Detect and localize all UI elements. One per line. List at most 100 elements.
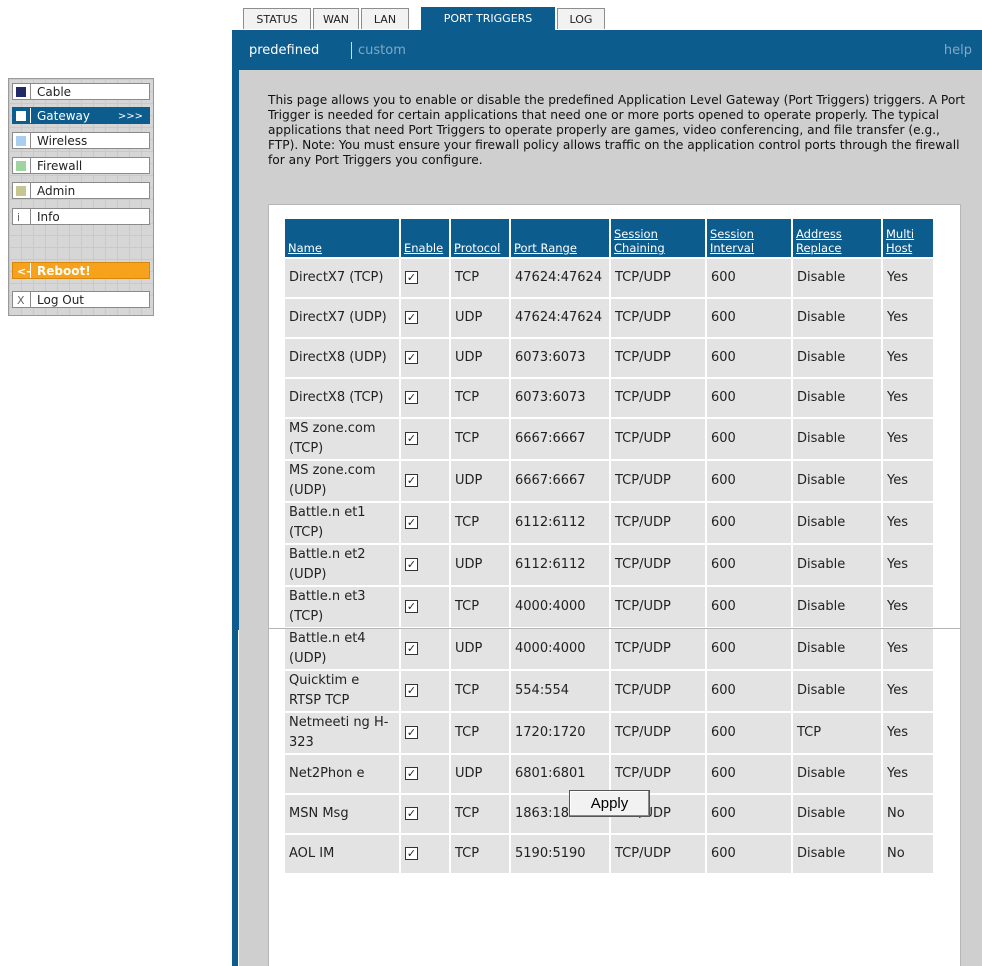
col-multi-host-header[interactable]: Multi Host — [883, 219, 933, 257]
cell-session-interval: 600 — [707, 503, 791, 543]
separator — [30, 133, 31, 148]
enable-checkbox[interactable]: ✓ — [405, 767, 418, 780]
cell-port-range: 6667:6667 — [511, 419, 609, 459]
cell-enable: ✓ — [401, 379, 449, 417]
enable-checkbox[interactable]: ✓ — [405, 432, 418, 445]
cell-multi-host: Yes — [883, 713, 933, 753]
nav-item-admin[interactable]: Admin — [12, 182, 150, 199]
wireless-square-icon — [16, 136, 26, 146]
cell-enable: ✓ — [401, 713, 449, 753]
cell-enable: ✓ — [401, 755, 449, 793]
cell-name: DirectX7 (TCP) — [285, 259, 399, 297]
table-row: Battle.n et3 (TCP) ✓ TCP 4000:4000 TCP/UDP 60… — [285, 587, 933, 627]
cell-session-interval: 600 — [707, 629, 791, 669]
table-row: Battle.n et2 (UDP) ✓ UDP 6112:6112 TCP/UDP 60… — [285, 545, 933, 585]
cell-port-range: 1720:1720 — [511, 713, 609, 753]
col-protocol-header[interactable]: Protocol — [451, 219, 509, 257]
cell-address-replace: Disable — [793, 795, 881, 833]
col-port-range-header[interactable]: Port Range — [511, 219, 609, 257]
col-name-header[interactable]: Name — [285, 219, 399, 257]
nav-item-label: Cable — [37, 85, 72, 99]
help-link[interactable]: help — [944, 43, 972, 58]
tab-port-triggers[interactable]: PORT TRIGGERS — [421, 7, 555, 30]
enable-checkbox[interactable]: ✓ — [405, 558, 418, 571]
logout-button[interactable]: X Log Out — [12, 291, 150, 308]
info-icon: i — [17, 211, 21, 224]
cell-enable: ✓ — [401, 419, 449, 459]
apply-button[interactable]: Apply — [569, 790, 650, 817]
chevron-right-icon: >>> — [117, 111, 143, 122]
cell-protocol: TCP — [451, 713, 509, 753]
subnav-custom[interactable]: custom — [358, 43, 406, 58]
cell-enable: ✓ — [401, 299, 449, 337]
cell-session-chaining: TCP/UDP — [611, 419, 705, 459]
cell-session-chaining: TCP/UDP — [611, 339, 705, 377]
cell-port-range: 6112:6112 — [511, 503, 609, 543]
cell-session-chaining: TCP/UDP — [611, 299, 705, 337]
cell-port-range: 6112:6112 — [511, 545, 609, 585]
frame-left-border — [232, 630, 238, 966]
cell-enable: ✓ — [401, 587, 449, 627]
cell-multi-host: No — [883, 835, 933, 873]
cell-session-interval: 600 — [707, 419, 791, 459]
enable-checkbox[interactable]: ✓ — [405, 271, 418, 284]
enable-checkbox[interactable]: ✓ — [405, 516, 418, 529]
enable-checkbox[interactable]: ✓ — [405, 807, 418, 820]
cell-session-interval: 600 — [707, 587, 791, 627]
subnav-predefined[interactable]: predefined — [249, 43, 319, 58]
cell-protocol: TCP — [451, 503, 509, 543]
cell-session-chaining: TCP/UDP — [611, 545, 705, 585]
cell-session-chaining: TCP/UDP — [611, 671, 705, 711]
col-session-interval-header[interactable]: Session Interval — [707, 219, 791, 257]
cell-address-replace: Disable — [793, 755, 881, 793]
cell-port-range: 6801:6801 — [511, 755, 609, 793]
reboot-button[interactable]: <- Reboot! — [12, 262, 150, 279]
cell-address-replace: Disable — [793, 629, 881, 669]
cell-multi-host: Yes — [883, 299, 933, 337]
cell-multi-host: Yes — [883, 419, 933, 459]
nav-item-gateway[interactable]: Gateway >>> — [12, 107, 150, 124]
tab-status[interactable]: STATUS — [243, 8, 311, 29]
cell-protocol: UDP — [451, 461, 509, 501]
enable-checkbox[interactable]: ✓ — [405, 311, 418, 324]
cell-session-chaining: TCP/UDP — [611, 379, 705, 417]
nav-item-info[interactable]: i Info — [12, 208, 150, 225]
separator — [30, 292, 31, 307]
table-header-row: Name Enable Protocol Port Range Session … — [285, 219, 933, 257]
cell-enable: ✓ — [401, 339, 449, 377]
col-enable-header[interactable]: Enable — [401, 219, 449, 257]
nav-item-firewall[interactable]: Firewall — [12, 157, 150, 174]
cell-address-replace: Disable — [793, 259, 881, 297]
cell-enable: ✓ — [401, 503, 449, 543]
cell-session-chaining: TCP/UDP — [611, 461, 705, 501]
cell-protocol: TCP — [451, 419, 509, 459]
col-session-chaining-header[interactable]: Session Chaining — [611, 219, 705, 257]
enable-checkbox[interactable]: ✓ — [405, 642, 418, 655]
nav-item-label: Info — [37, 210, 60, 224]
cell-name: AOL IM — [285, 835, 399, 873]
enable-checkbox[interactable]: ✓ — [405, 474, 418, 487]
cell-port-range: 4000:4000 — [511, 629, 609, 669]
tab-log[interactable]: LOG — [557, 8, 605, 29]
tab-wan[interactable]: WAN — [313, 8, 359, 29]
cell-name: Battle.n et2 (UDP) — [285, 545, 399, 585]
enable-checkbox[interactable]: ✓ — [405, 391, 418, 404]
cell-session-chaining: TCP/UDP — [611, 587, 705, 627]
cell-port-range: 6073:6073 — [511, 339, 609, 377]
enable-checkbox[interactable]: ✓ — [405, 726, 418, 739]
enable-checkbox[interactable]: ✓ — [405, 847, 418, 860]
nav-item-cable[interactable]: Cable — [12, 83, 150, 100]
table-row: AOL IM ✓ TCP 5190:5190 TCP/UDP 600 Disable No — [285, 835, 933, 873]
table-row: Netmeeti ng H-323 ✓ TCP 1720:1720 TCP/UDP 600… — [285, 713, 933, 753]
cell-name: MS zone.com (TCP) — [285, 419, 399, 459]
cell-protocol: TCP — [451, 259, 509, 297]
enable-checkbox[interactable]: ✓ — [405, 600, 418, 613]
enable-checkbox[interactable]: ✓ — [405, 684, 418, 697]
cell-port-range: 47624:47624 — [511, 299, 609, 337]
enable-checkbox[interactable]: ✓ — [405, 351, 418, 364]
cell-multi-host: Yes — [883, 587, 933, 627]
nav-item-wireless[interactable]: Wireless — [12, 132, 150, 149]
col-address-replace-header[interactable]: Address Replace — [793, 219, 881, 257]
tab-lan[interactable]: LAN — [361, 8, 409, 29]
cell-address-replace: Disable — [793, 587, 881, 627]
